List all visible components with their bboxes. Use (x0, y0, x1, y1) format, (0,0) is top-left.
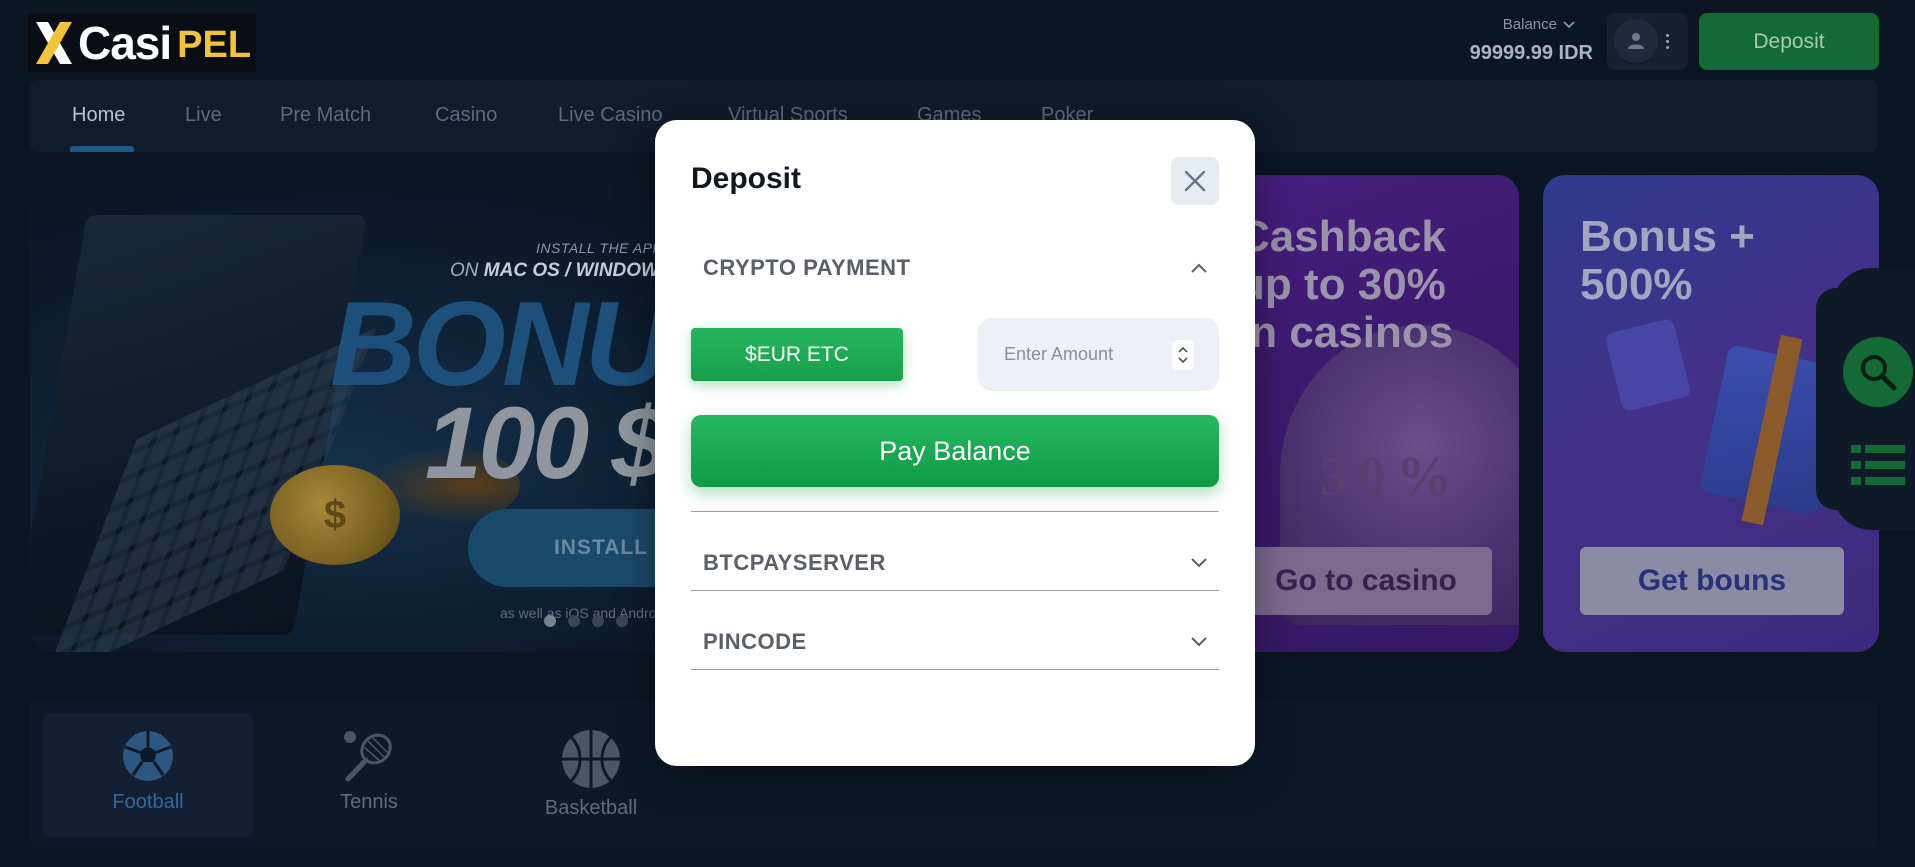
amount-field (978, 318, 1219, 391)
method-eur-etc-button[interactable]: $EUR ETC (691, 328, 903, 381)
divider (691, 511, 1219, 512)
section-pincode[interactable]: PINCODE (691, 622, 1219, 662)
section-btcpayserver[interactable]: BTCPAYSERVER (691, 543, 1219, 583)
stepper-arrows-icon (1178, 346, 1188, 363)
deposit-modal: Deposit CRYPTO PAYMENT $EUR ETC Pay Bala… (655, 120, 1255, 766)
pay-balance-button[interactable]: Pay Balance (691, 415, 1219, 487)
amount-stepper[interactable] (1172, 339, 1194, 370)
chevron-up-icon (1191, 263, 1207, 273)
chevron-down-icon (1191, 637, 1207, 647)
chevron-down-icon (1191, 558, 1207, 568)
section-crypto-payment[interactable]: CRYPTO PAYMENT (691, 248, 1219, 288)
divider (691, 590, 1219, 591)
amount-input[interactable] (1002, 343, 1172, 366)
section-title: PINCODE (703, 629, 807, 654)
section-title: CRYPTO PAYMENT (703, 255, 911, 280)
divider (691, 669, 1219, 670)
modal-title: Deposit (691, 162, 802, 195)
close-icon (1184, 170, 1206, 192)
close-button[interactable] (1171, 157, 1219, 205)
section-title: BTCPAYSERVER (703, 550, 886, 575)
